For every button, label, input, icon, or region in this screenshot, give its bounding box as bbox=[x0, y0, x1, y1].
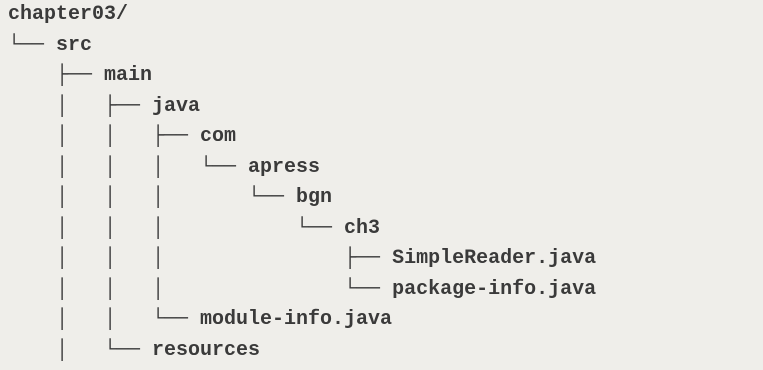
tree-line-simplereader-java: │ │ │ ├── SimpleReader.java bbox=[8, 247, 597, 270]
directory-tree: chapter03/ └── src ├── main │ ├── java │… bbox=[0, 0, 763, 370]
tree-line-ch3: │ │ │ └── ch3 bbox=[8, 216, 381, 240]
tree-line-module-info-java: │ │ └── module-info.java bbox=[8, 308, 393, 331]
tree-line-main: ├── main bbox=[8, 64, 153, 87]
tree-line-com: │ │ ├── com bbox=[8, 125, 237, 148]
tree-line-bgn: │ │ │ └── bgn bbox=[8, 186, 333, 209]
tree-line-chapter03: chapter03/ bbox=[8, 3, 129, 26]
tree-line-package-info-java: │ │ │ └── package-info.java bbox=[8, 277, 597, 301]
tree-line-java: │ ├── java bbox=[8, 94, 201, 118]
tree-line-src: └── src bbox=[8, 33, 93, 57]
tree-line-resources: │ └── resources bbox=[8, 338, 261, 362]
tree-line-apress: │ │ │ └── apress bbox=[8, 155, 321, 179]
